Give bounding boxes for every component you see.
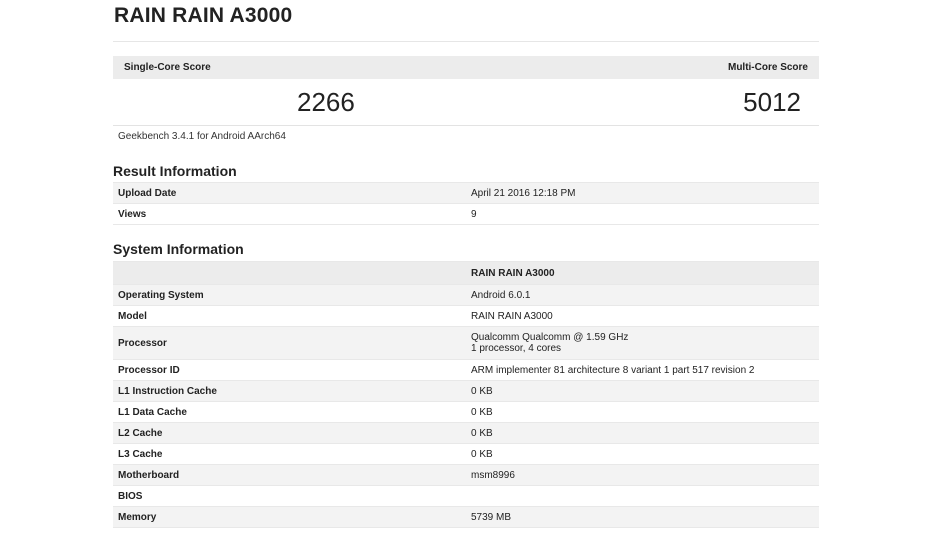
multi-core-score-value: 5012 [653, 79, 819, 126]
table-row: Model RAIN RAIN A3000 [113, 305, 819, 327]
table-row: Operating System Android 6.0.1 [113, 284, 819, 306]
result-information-title: Result Information [113, 163, 237, 179]
multi-core-score-label: Multi-Core Score [653, 56, 819, 79]
row-value: Android 6.0.1 [466, 284, 819, 306]
row-value: 0 KB [466, 380, 819, 402]
score-value-row: 2266 5012 [113, 79, 819, 126]
device-header-row: RAIN RAIN A3000 [113, 261, 819, 285]
device-header-spacer [113, 261, 466, 285]
row-label: Views [113, 203, 466, 225]
table-row: Memory 5739 MB [113, 506, 819, 528]
row-value: April 21 2016 12:18 PM [466, 182, 819, 204]
single-core-score-value: 2266 [113, 79, 654, 126]
table-row: L2 Cache 0 KB [113, 422, 819, 444]
table-row: Motherboard msm8996 [113, 464, 819, 486]
row-label: Operating System [113, 284, 466, 306]
row-value: RAIN RAIN A3000 [466, 305, 819, 327]
row-value [466, 485, 819, 507]
score-header-row: Single-Core Score Multi-Core Score [113, 56, 819, 79]
table-row: Upload Date April 21 2016 12:18 PM [113, 182, 819, 204]
single-core-score-label: Single-Core Score [113, 56, 654, 79]
row-value: 5739 MB [466, 506, 819, 528]
system-information-title: System Information [113, 241, 244, 257]
row-value: 0 KB [466, 401, 819, 423]
result-information-table: Upload Date April 21 2016 12:18 PM Views… [113, 182, 819, 225]
row-label: Processor [113, 326, 466, 360]
row-value: 9 [466, 203, 819, 225]
row-label: Model [113, 305, 466, 327]
table-row: L1 Instruction Cache 0 KB [113, 380, 819, 402]
row-label: L1 Data Cache [113, 401, 466, 423]
processor-cores: 1 processor, 4 cores [471, 343, 562, 354]
row-label: L2 Cache [113, 422, 466, 444]
row-value: ARM implementer 81 architecture 8 varian… [466, 359, 819, 381]
system-information-table: RAIN RAIN A3000 Operating System Android… [113, 261, 819, 528]
page-title: RAIN RAIN A3000 [114, 4, 293, 27]
row-label: L1 Instruction Cache [113, 380, 466, 402]
row-label: L3 Cache [113, 443, 466, 465]
row-value: 0 KB [466, 422, 819, 444]
score-table: Single-Core Score Multi-Core Score 2266 … [113, 56, 819, 126]
table-row: BIOS [113, 485, 819, 507]
row-label: Memory [113, 506, 466, 528]
device-name: RAIN RAIN A3000 [466, 261, 819, 285]
table-row: L1 Data Cache 0 KB [113, 401, 819, 423]
row-value: msm8996 [466, 464, 819, 486]
benchmark-version: Geekbench 3.4.1 for Android AArch64 [118, 131, 286, 142]
table-row: Processor ID ARM implementer 81 architec… [113, 359, 819, 381]
table-row: L3 Cache 0 KB [113, 443, 819, 465]
row-value: 0 KB [466, 443, 819, 465]
row-value: Qualcomm Qualcomm @ 1.59 GHz 1 processor… [466, 326, 819, 360]
table-row: Views 9 [113, 203, 819, 225]
title-divider [113, 41, 819, 42]
row-label: Processor ID [113, 359, 466, 381]
processor-name: Qualcomm Qualcomm @ 1.59 GHz [471, 332, 629, 343]
row-label: Upload Date [113, 182, 466, 204]
table-row: Processor Qualcomm Qualcomm @ 1.59 GHz 1… [113, 326, 819, 360]
row-label: Motherboard [113, 464, 466, 486]
row-label: BIOS [113, 485, 466, 507]
